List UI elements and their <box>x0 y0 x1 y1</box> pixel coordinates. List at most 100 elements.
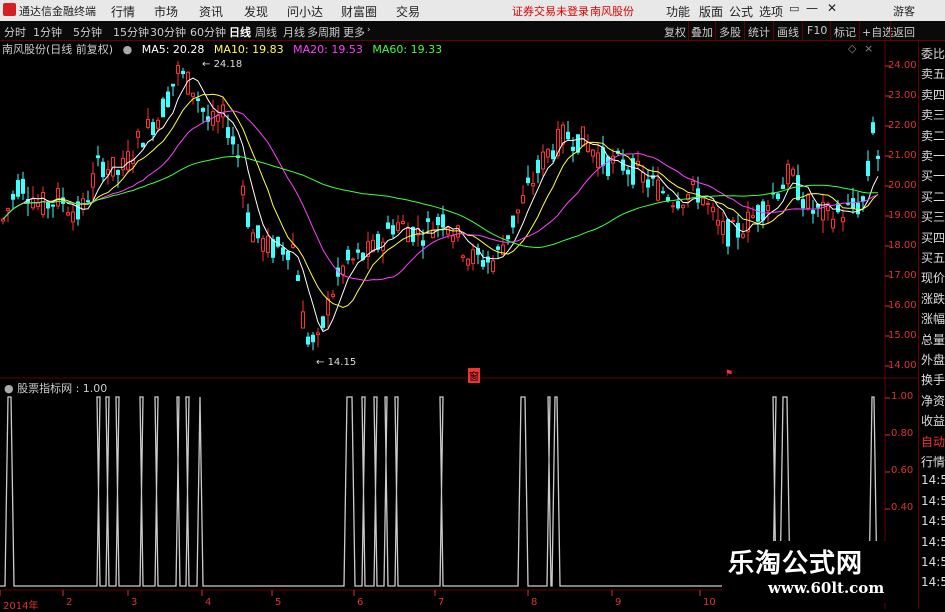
quote-field: 14:50 <box>921 575 945 590</box>
menu-wealth[interactable]: 财富圈 <box>341 3 377 20</box>
candle-body <box>506 235 510 240</box>
candle-body <box>566 131 570 140</box>
quote-field[interactable]: 行情 <box>921 453 945 470</box>
menu-market[interactable]: 市场 <box>154 3 178 20</box>
candle-body <box>731 220 735 223</box>
back-button[interactable]: 返回 <box>893 24 915 40</box>
candle-body <box>741 233 745 238</box>
candle-body <box>571 146 575 152</box>
candle-body <box>781 184 785 190</box>
tab-timeshare[interactable]: 分时 <box>4 24 26 40</box>
candle-body <box>91 173 95 188</box>
quote-field: 换手 <box>921 373 945 388</box>
candle-body <box>786 163 790 185</box>
flag-icon[interactable]: ⚑ <box>725 369 733 379</box>
menu-options[interactable]: 选项 <box>759 3 783 20</box>
tab-daily[interactable]: 日线 <box>229 24 251 40</box>
candle-body <box>581 126 585 147</box>
candle-body <box>301 311 305 329</box>
watermark: 乐淘公式网 www.60lt.com <box>722 541 918 603</box>
multi-stock-button[interactable]: 多股 <box>719 24 741 40</box>
tab-15min[interactable]: 15分钟 <box>113 24 149 40</box>
indicator-title: ● 股票指标网 : 1.00 <box>4 380 107 396</box>
window-min-button[interactable]: — <box>806 1 818 15</box>
candle-body <box>466 258 470 266</box>
quote-field: 14:50 <box>921 473 945 488</box>
tab-60min[interactable]: 60分钟 <box>190 24 226 40</box>
candle-body <box>491 260 495 272</box>
candle-body <box>676 201 680 209</box>
quote-field: 卖四 <box>921 87 945 102</box>
menu-ask[interactable]: 问小达 <box>287 3 323 20</box>
quote-field: 买一 <box>921 169 945 184</box>
tab-weekly[interactable]: 周线 <box>255 24 277 40</box>
candle-body <box>231 136 235 145</box>
tab-5min[interactable]: 5分钟 <box>73 24 102 40</box>
candle-body <box>801 199 805 209</box>
candle-body <box>46 201 50 209</box>
candle-body <box>706 202 710 205</box>
menu-quotes[interactable]: 行情 <box>111 3 135 20</box>
candle-body <box>391 225 395 235</box>
high-value: 24.18 <box>213 59 243 70</box>
price-tick-label: 21.00 <box>888 150 917 161</box>
candle-body <box>331 293 335 297</box>
candle-body <box>671 205 675 208</box>
minimize-icon[interactable]: ▭ <box>789 2 799 15</box>
overlay-button[interactable]: 叠加 <box>691 24 713 40</box>
candle-body <box>276 236 280 247</box>
candle-body <box>196 98 200 102</box>
kline-chart[interactable] <box>0 41 918 609</box>
tab-monthly[interactable]: 月线 <box>283 24 305 40</box>
candle-body <box>261 237 265 252</box>
menu-discover[interactable]: 发现 <box>244 3 268 20</box>
menu-formula[interactable]: 公式 <box>729 3 753 20</box>
mark-button[interactable]: 标记 <box>834 24 856 40</box>
indicator-tick-label: 0.40 <box>891 502 914 513</box>
candle-body <box>326 298 330 316</box>
tab-30min[interactable]: 30分钟 <box>150 24 186 40</box>
menu-news[interactable]: 资讯 <box>199 3 223 20</box>
candle-body <box>791 168 795 176</box>
menu-layout[interactable]: 版面 <box>699 3 723 20</box>
candle-body <box>246 212 250 228</box>
event-marker[interactable]: 窗 <box>468 368 480 383</box>
candle-body <box>641 171 645 183</box>
draw-line-button[interactable]: 画线 <box>777 24 799 40</box>
f10-button[interactable]: F10 <box>807 24 827 37</box>
login-warning[interactable]: 证券交易未登录 <box>512 3 589 19</box>
tab-multi-period[interactable]: 多周期 <box>307 24 340 40</box>
tab-1min[interactable]: 1分钟 <box>33 24 62 40</box>
candle-body <box>226 127 230 138</box>
candle-body <box>436 217 440 226</box>
candle-body <box>221 104 225 118</box>
menu-trade[interactable]: 交易 <box>396 3 420 20</box>
candle-body <box>716 219 720 226</box>
date-tick-label: 7 <box>438 597 445 608</box>
quote-field: 外盘 <box>921 353 945 367</box>
stats-button[interactable]: 统计 <box>748 24 770 40</box>
candle-body <box>41 192 45 216</box>
adjust-button[interactable]: 复权 <box>664 24 686 40</box>
date-tick-label: 10 <box>703 597 716 608</box>
quote-field[interactable]: 自动 <box>921 433 945 450</box>
candle-body <box>796 175 800 201</box>
guest-label[interactable]: 游客 <box>893 3 915 19</box>
candle-body <box>406 228 410 243</box>
candle-body <box>396 222 400 231</box>
date-tick-label: 5 <box>275 597 282 608</box>
candle-body <box>811 210 815 214</box>
add-watchlist-button[interactable]: +自选 <box>862 24 893 40</box>
tab-more[interactable]: 更多 <box>343 24 365 40</box>
high-annotation: ← 24.18 <box>202 59 243 70</box>
candle-body <box>691 180 695 185</box>
candle-body <box>776 193 780 200</box>
chevron-right-icon[interactable]: › <box>367 25 371 35</box>
candle-body <box>241 185 245 196</box>
candle-body <box>836 203 840 213</box>
window-close-icon[interactable]: ✕ <box>827 1 837 15</box>
menu-function[interactable]: 功能 <box>666 3 690 20</box>
candle-body <box>736 222 740 238</box>
indicator-settings-icon[interactable]: ● <box>4 382 14 395</box>
date-tick-label: 3 <box>131 597 138 608</box>
